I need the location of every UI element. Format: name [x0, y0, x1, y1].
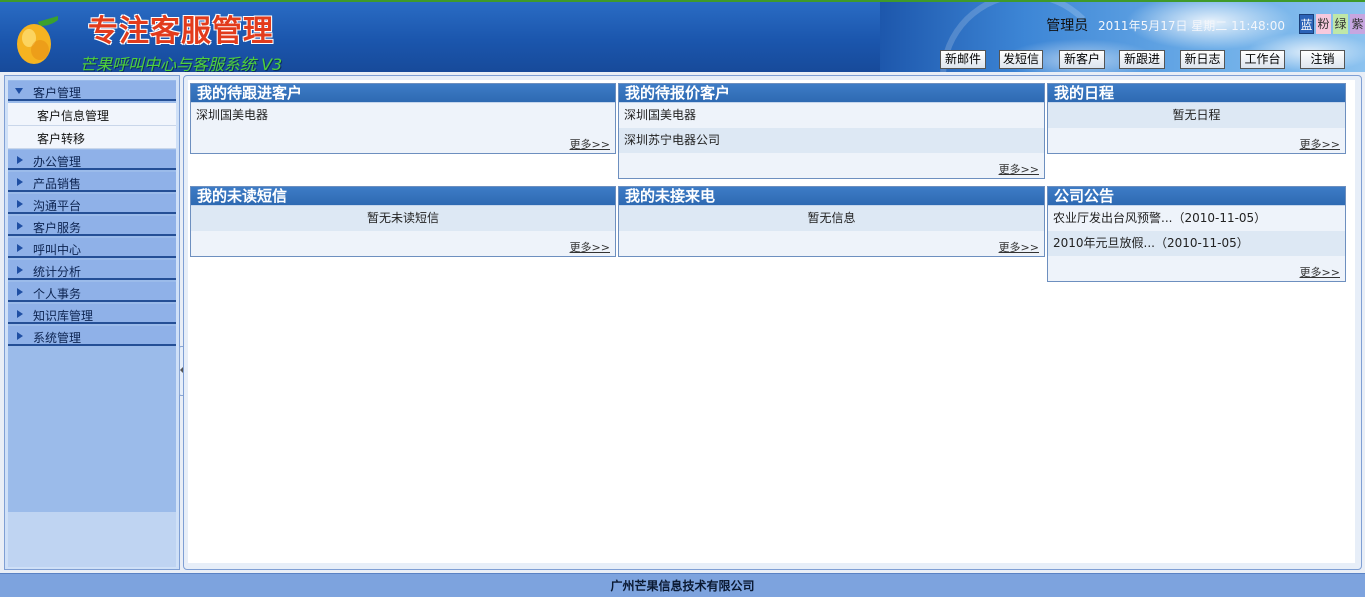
- brand-title: 专注客服管理: [88, 14, 274, 49]
- menu-group-office[interactable]: 办公管理: [8, 150, 176, 170]
- panel-title: 公司公告: [1048, 187, 1345, 206]
- menu-item-customer-transfer[interactable]: 客户转移: [8, 126, 176, 149]
- user-info: 管理员 2011年5月17日 星期二 11:48:00: [1046, 15, 1285, 35]
- menu-group-service[interactable]: 客户服务: [8, 216, 176, 236]
- empty-message: 暂无日程: [1048, 103, 1345, 128]
- collapsed-arrow-icon: [17, 156, 23, 164]
- workbench-button[interactable]: 工作台: [1240, 50, 1285, 69]
- menu-group-label: 统计分析: [33, 265, 82, 279]
- more-link[interactable]: 更多>>: [1300, 136, 1340, 152]
- brand-subtitle: 芒果呼叫中心与客服系统 V3: [80, 55, 283, 72]
- panel-title: 我的未接来电: [619, 187, 1044, 206]
- list-item[interactable]: 深圳国美电器: [619, 103, 1044, 128]
- skin-switcher: 蓝 粉 绿 紫: [1299, 14, 1365, 34]
- sidebar-bottom-area: [8, 512, 176, 567]
- mango-logo-icon: [17, 16, 58, 64]
- more-link[interactable]: 更多>>: [570, 239, 610, 255]
- menu-group-label: 沟通平台: [33, 199, 82, 213]
- menu-item-customer-info[interactable]: 客户信息管理: [8, 103, 176, 126]
- menu-group-communication[interactable]: 沟通平台: [8, 194, 176, 214]
- menu-group-label: 呼叫中心: [33, 243, 82, 257]
- menu-group-label: 客户管理: [33, 86, 82, 100]
- menu-group-callcenter[interactable]: 呼叫中心: [8, 238, 176, 258]
- menu-group-label: 系统管理: [33, 331, 82, 345]
- more-link[interactable]: 更多>>: [1300, 264, 1340, 280]
- new-followup-button[interactable]: 新跟进: [1119, 50, 1165, 69]
- more-link[interactable]: 更多>>: [570, 136, 610, 152]
- new-email-button[interactable]: 新邮件: [940, 50, 986, 69]
- send-sms-button[interactable]: 发短信: [999, 50, 1043, 69]
- panel-title: 我的待报价客户: [619, 84, 1044, 103]
- header-toolbar: 新邮件 发短信 新客户 新跟进 新日志 工作台 注销: [940, 50, 1360, 70]
- collapsed-arrow-icon: [17, 266, 23, 274]
- list-item[interactable]: 深圳苏宁电器公司: [619, 128, 1044, 153]
- menu-group-label: 个人事务: [33, 287, 82, 301]
- expanded-arrow-icon: [15, 88, 23, 94]
- skin-green-button[interactable]: 绿: [1333, 14, 1348, 34]
- user-name: 管理员: [1046, 18, 1089, 34]
- current-datetime: 2011年5月17日 星期二 11:48:00: [1098, 19, 1285, 33]
- sidebar: 客户管理 客户信息管理 客户转移 办公管理 产品销售 沟通平台 客户服务 呼叫中…: [4, 75, 185, 570]
- collapsed-arrow-icon: [17, 178, 23, 186]
- panel-title: 我的日程: [1048, 84, 1345, 103]
- collapsed-arrow-icon: [17, 244, 23, 252]
- list-item[interactable]: 深圳国美电器: [191, 103, 615, 128]
- panel-pending-followup: 我的待跟进客户 深圳国美电器 更多>>: [190, 83, 616, 154]
- collapsed-arrow-icon: [17, 200, 23, 208]
- skin-pink-button[interactable]: 粉: [1316, 14, 1331, 34]
- collapsed-arrow-icon: [17, 222, 23, 230]
- logout-button[interactable]: 注销: [1300, 50, 1345, 69]
- empty-message: 暂无未读短信: [191, 206, 615, 231]
- more-link[interactable]: 更多>>: [999, 161, 1039, 177]
- panel-pending-quote: 我的待报价客户 深圳国美电器 深圳苏宁电器公司 更多>>: [618, 83, 1045, 179]
- menu-group-label: 知识库管理: [33, 309, 94, 323]
- panel-schedule: 我的日程 暂无日程 更多>>: [1047, 83, 1346, 154]
- menu-group-personal[interactable]: 个人事务: [8, 282, 176, 302]
- menu-group-label: 办公管理: [33, 155, 82, 169]
- menu-group-customer[interactable]: 客户管理: [8, 81, 176, 101]
- collapsed-arrow-icon: [17, 332, 23, 340]
- menu-group-sales[interactable]: 产品销售: [8, 172, 176, 192]
- menu-group-statistics[interactable]: 统计分析: [8, 260, 176, 280]
- footer-company: 广州芒果信息技术有限公司: [610, 579, 755, 593]
- panel-title: 我的未读短信: [191, 187, 615, 206]
- new-log-button[interactable]: 新日志: [1180, 50, 1225, 69]
- skin-purple-button[interactable]: 紫: [1350, 14, 1365, 34]
- menu-group-system[interactable]: 系统管理: [8, 326, 176, 346]
- more-link[interactable]: 更多>>: [999, 239, 1039, 255]
- dashboard: 我的待跟进客户 深圳国美电器 更多>> 我的待报价客户 深圳国美电器 深圳苏宁电…: [188, 80, 1355, 563]
- notice-item[interactable]: 2010年元旦放假...（2010-11-05）: [1048, 231, 1345, 256]
- menu-item-label: 客户转移: [37, 132, 86, 146]
- menu-group-label: 客户服务: [33, 221, 82, 235]
- collapsed-arrow-icon: [17, 310, 23, 318]
- new-customer-button[interactable]: 新客户: [1059, 50, 1105, 69]
- menu-item-label: 客户信息管理: [37, 109, 110, 123]
- panel-title: 我的待跟进客户: [191, 84, 615, 103]
- main-content: 我的待跟进客户 深圳国美电器 更多>> 我的待报价客户 深圳国美电器 深圳苏宁电…: [183, 75, 1362, 570]
- footer: 广州芒果信息技术有限公司: [0, 573, 1365, 597]
- empty-message: 暂无信息: [619, 206, 1044, 231]
- panel-missed-calls: 我的未接来电 暂无信息 更多>>: [618, 186, 1045, 257]
- panel-unread-sms: 我的未读短信 暂无未读短信 更多>>: [190, 186, 616, 257]
- notice-item[interactable]: 农业厅发出台风预警...（2010-11-05）: [1048, 206, 1345, 231]
- collapsed-arrow-icon: [17, 288, 23, 296]
- panel-company-notice: 公司公告 农业厅发出台风预警...（2010-11-05） 2010年元旦放假.…: [1047, 186, 1346, 282]
- menu-group-knowledge[interactable]: 知识库管理: [8, 304, 176, 324]
- header-banner: 专注客服管理 芒果呼叫中心与客服系统 V3 管理员 2011年5月17日 星期二…: [0, 0, 1365, 72]
- skin-blue-button[interactable]: 蓝: [1299, 14, 1314, 34]
- menu-group-label: 产品销售: [33, 177, 82, 191]
